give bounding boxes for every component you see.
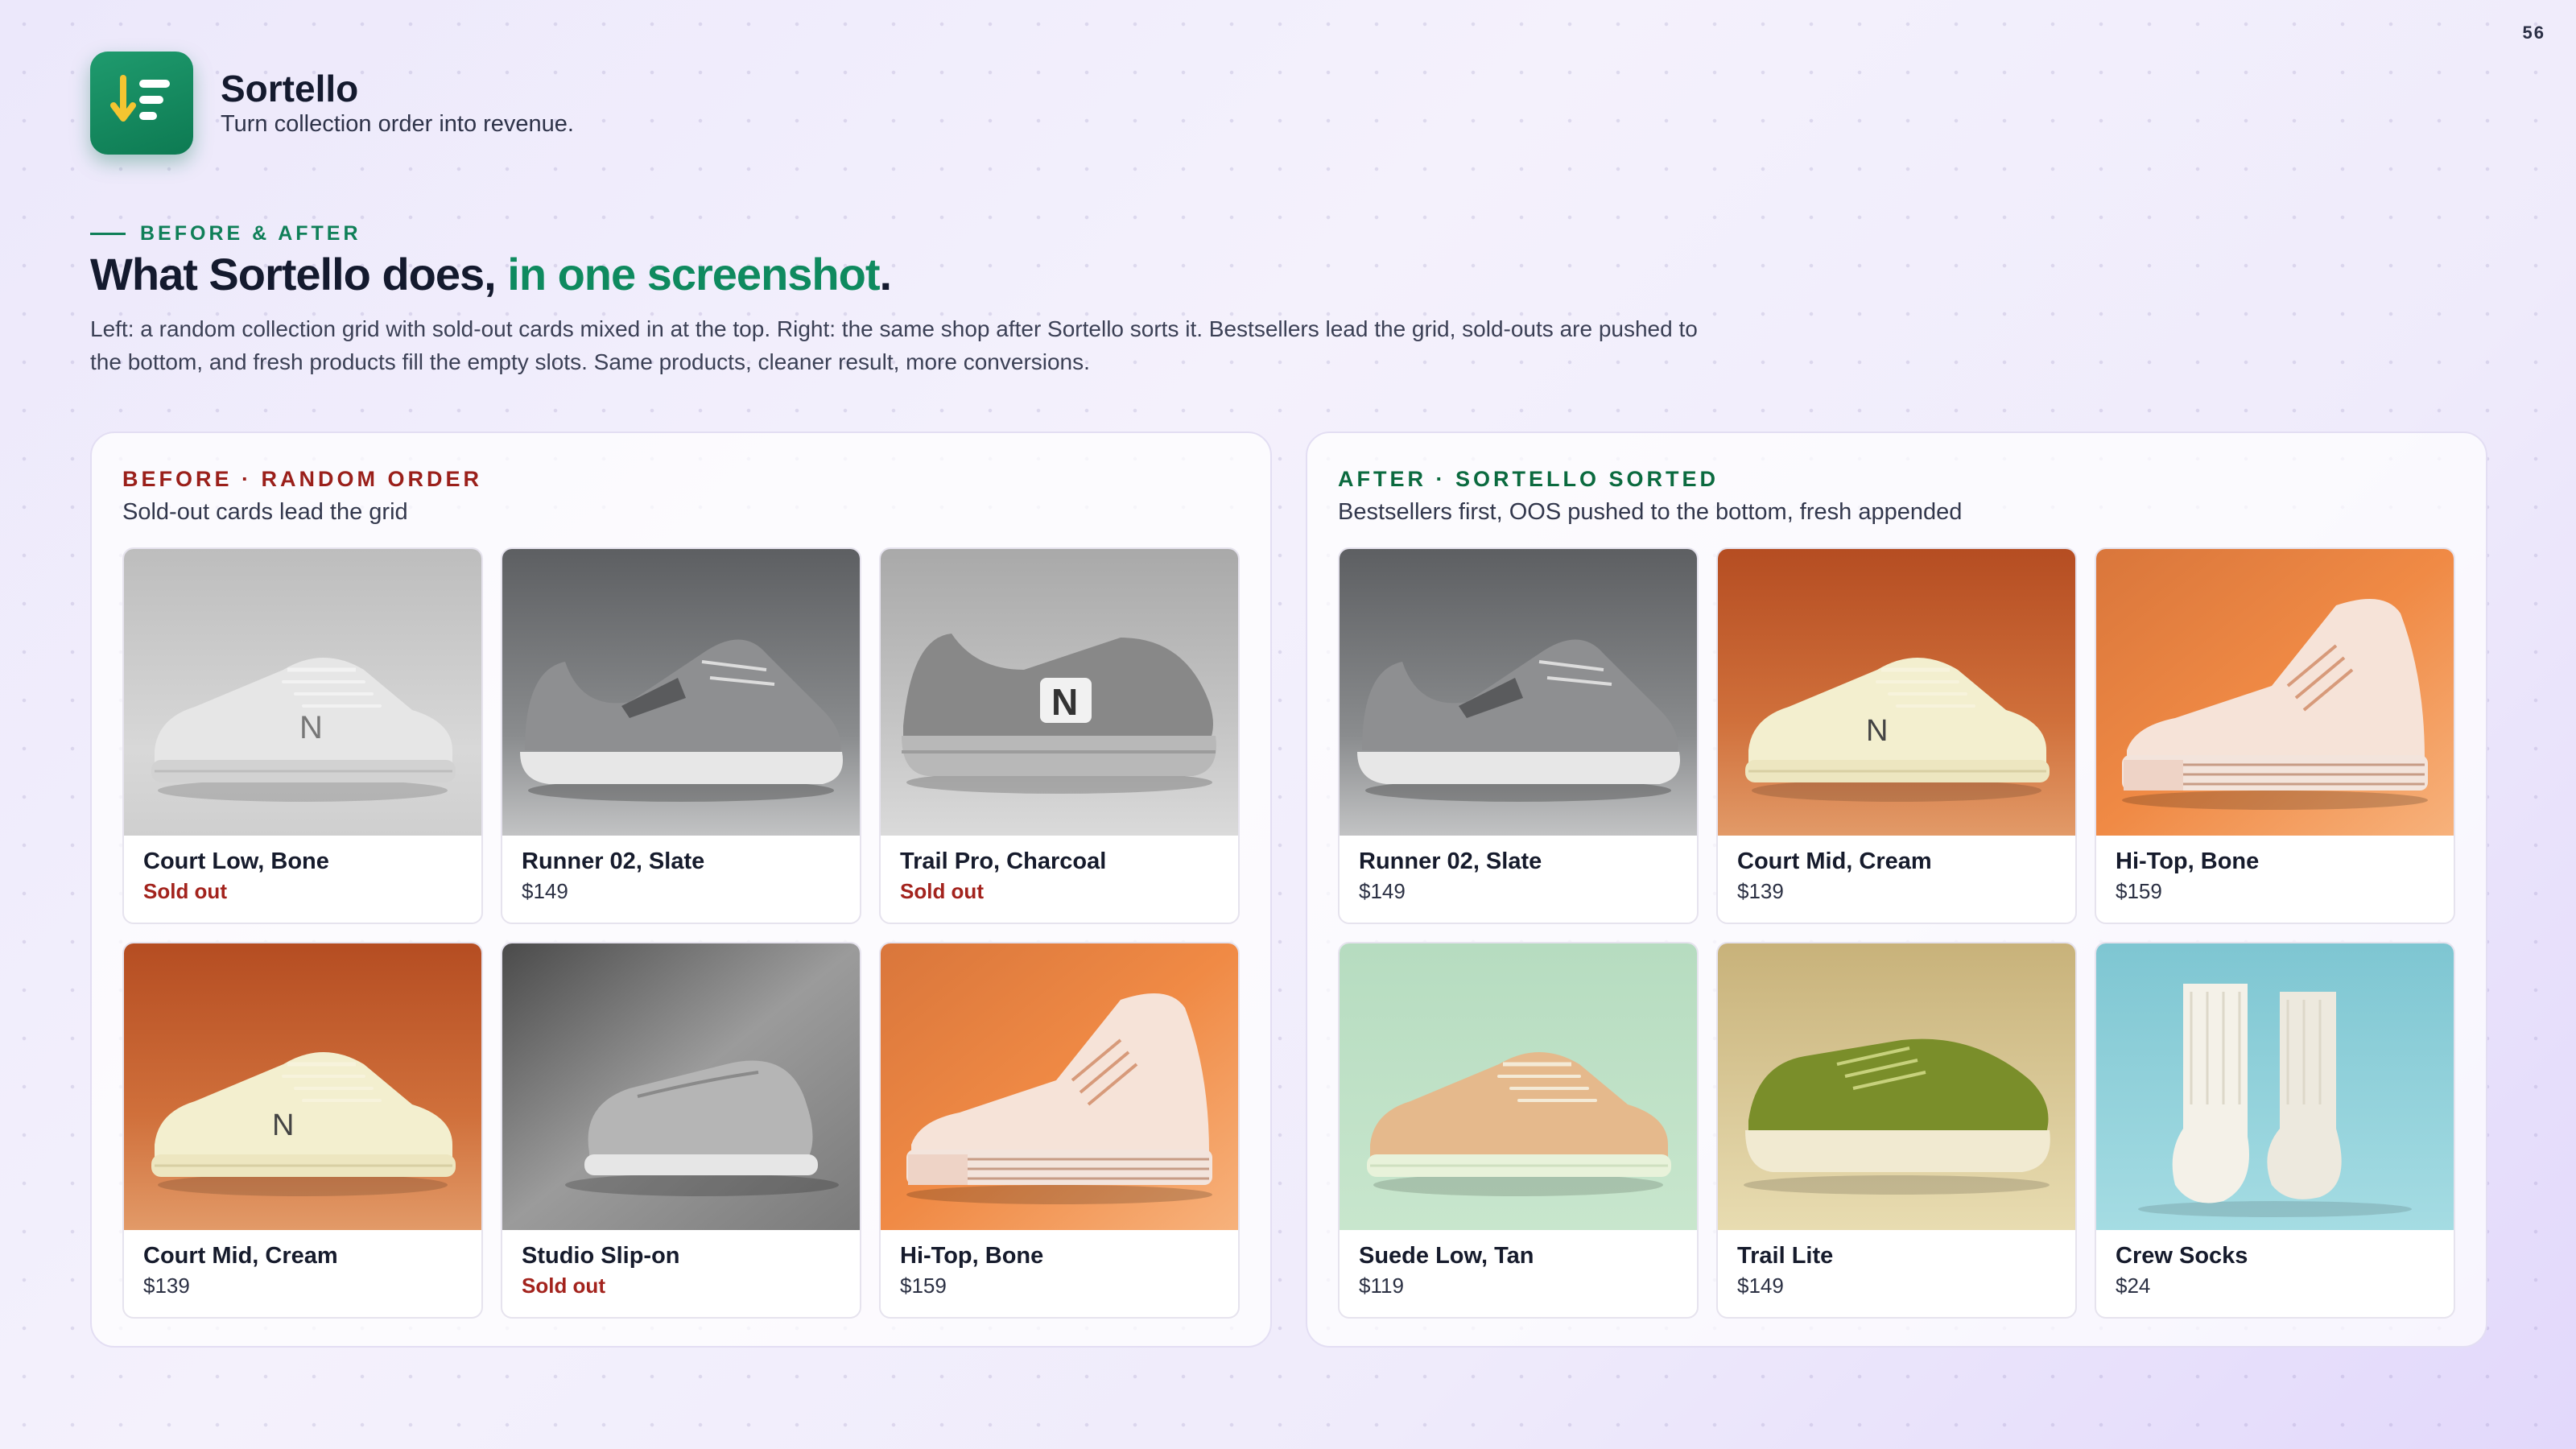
product-card[interactable]: N Trail Pro, Charcoal Sold out [879, 547, 1240, 924]
product-name: Runner 02, Slate [522, 848, 705, 874]
product-card[interactable]: Runner 02, Slate $149 [501, 547, 861, 924]
product-card[interactable]: N Court Mid, Cream $139 [1716, 547, 2077, 924]
suede-mint-illustration [1340, 943, 1697, 1230]
trail-gray-image: N [881, 549, 1238, 836]
court-mid-cream-image: N [124, 943, 481, 1230]
before-panel: BEFORE · RANDOM ORDER Sold-out cards lea… [90, 431, 1272, 1348]
product-name: Trail Lite [1737, 1243, 1834, 1269]
svg-text:N: N [299, 710, 323, 745]
brand-tagline: Turn collection order into revenue. [221, 110, 574, 137]
product-name: Studio Slip-on [522, 1243, 680, 1269]
headline-end: . [879, 249, 893, 299]
product-name: Runner 02, Slate [1359, 848, 1542, 874]
hitop-orange-image [2096, 549, 2454, 836]
product-price: $159 [2116, 879, 2162, 903]
before-panel-subtitle: Sold-out cards lead the grid [122, 499, 408, 525]
product-price: $159 [900, 1274, 947, 1298]
product-card[interactable]: Runner 02, Slate $149 [1338, 547, 1699, 924]
before-product-grid: N Court Low, Bone Sold out Runner 02, Slat… [122, 547, 1240, 1319]
sortello-logo-icon [90, 52, 193, 155]
hitop-orange-illustration [881, 943, 1238, 1230]
after-panel-label: AFTER · SORTELLO SORTED [1338, 467, 1719, 491]
product-card[interactable]: Crew Socks $24 [2095, 942, 2455, 1319]
brand-name: Sortello [221, 68, 359, 110]
headline-accent: in one screenshot [507, 249, 880, 299]
product-price: $149 [1359, 879, 1406, 903]
product-price: $24 [2116, 1274, 2151, 1298]
runner-gray-image [1340, 549, 1697, 836]
after-panel: AFTER · SORTELLO SORTED Bestsellers firs… [1306, 431, 2487, 1348]
svg-text:N: N [272, 1108, 294, 1142]
brand-header: Sortello Turn collection order into reve… [90, 52, 574, 155]
product-card[interactable]: N Court Mid, Cream $139 [122, 942, 483, 1319]
product-status: Sold out [143, 879, 227, 903]
headline-main: What Sortello does, [90, 249, 508, 299]
sneaker-low-gray-illustration: N [124, 549, 481, 836]
product-card[interactable]: Studio Slip-on Sold out [501, 942, 861, 1319]
suede-mint-image [1340, 943, 1697, 1230]
trail-olive-illustration [1718, 943, 2075, 1230]
runner-gray-illustration [502, 549, 860, 836]
product-status: Sold out [522, 1274, 605, 1298]
eyebrow-rule [90, 233, 126, 235]
court-mid-cream-illustration: N [124, 943, 481, 1230]
court-mid-cream-image: N [1718, 549, 2075, 836]
product-card[interactable]: N Court Low, Bone Sold out [122, 547, 483, 924]
product-name: Court Mid, Cream [1737, 848, 1932, 874]
product-price: $149 [522, 879, 568, 903]
page-headline: What Sortello does, in one screenshot. [90, 248, 893, 300]
product-price: $139 [143, 1274, 190, 1298]
svg-text:N: N [1051, 681, 1078, 723]
runner-gray-image [502, 549, 860, 836]
socks-teal-image [2096, 943, 2454, 1230]
product-name: Crew Socks [2116, 1243, 2248, 1269]
slipon-gray-image [502, 943, 860, 1230]
product-card[interactable]: Hi-Top, Bone $159 [2095, 547, 2455, 924]
page-description: Left: a random collection grid with sold… [90, 316, 1698, 374]
product-card[interactable]: Trail Lite $149 [1716, 942, 2077, 1319]
hitop-orange-illustration [2096, 549, 2454, 836]
product-card[interactable]: Hi-Top, Bone $159 [879, 942, 1240, 1319]
court-mid-cream-illustration: N [1718, 549, 2075, 836]
slipon-gray-illustration [502, 943, 860, 1230]
product-price: $119 [1359, 1274, 1404, 1298]
product-price: $149 [1737, 1274, 1784, 1298]
socks-teal-illustration [2096, 943, 2454, 1230]
product-name: Hi-Top, Bone [900, 1243, 1044, 1269]
eyebrow-label: BEFORE & AFTER [140, 222, 361, 245]
product-name: Trail Pro, Charcoal [900, 848, 1107, 874]
svg-text:N: N [1866, 714, 1888, 748]
sneaker-low-gray-image: N [124, 549, 481, 836]
product-status: Sold out [900, 879, 984, 903]
product-price: $139 [1737, 879, 1784, 903]
trail-olive-image [1718, 943, 2075, 1230]
section-eyebrow: BEFORE & AFTER [90, 222, 361, 246]
after-product-grid: Runner 02, Slate $149 N Court Mid, Cream $1… [1338, 547, 2455, 1319]
product-name: Court Low, Bone [143, 848, 329, 874]
runner-gray-illustration [1340, 549, 1697, 836]
hitop-orange-image [881, 943, 1238, 1230]
trail-gray-illustration: N [881, 549, 1238, 836]
page-number: 56 [2522, 23, 2545, 43]
product-name: Hi-Top, Bone [2116, 848, 2260, 874]
product-card[interactable]: Suede Low, Tan $119 [1338, 942, 1699, 1319]
after-panel-subtitle: Bestsellers first, OOS pushed to the bot… [1338, 499, 1963, 525]
product-name: Suede Low, Tan [1359, 1243, 1534, 1269]
before-panel-label: BEFORE · RANDOM ORDER [122, 467, 482, 491]
product-name: Court Mid, Cream [143, 1243, 338, 1269]
